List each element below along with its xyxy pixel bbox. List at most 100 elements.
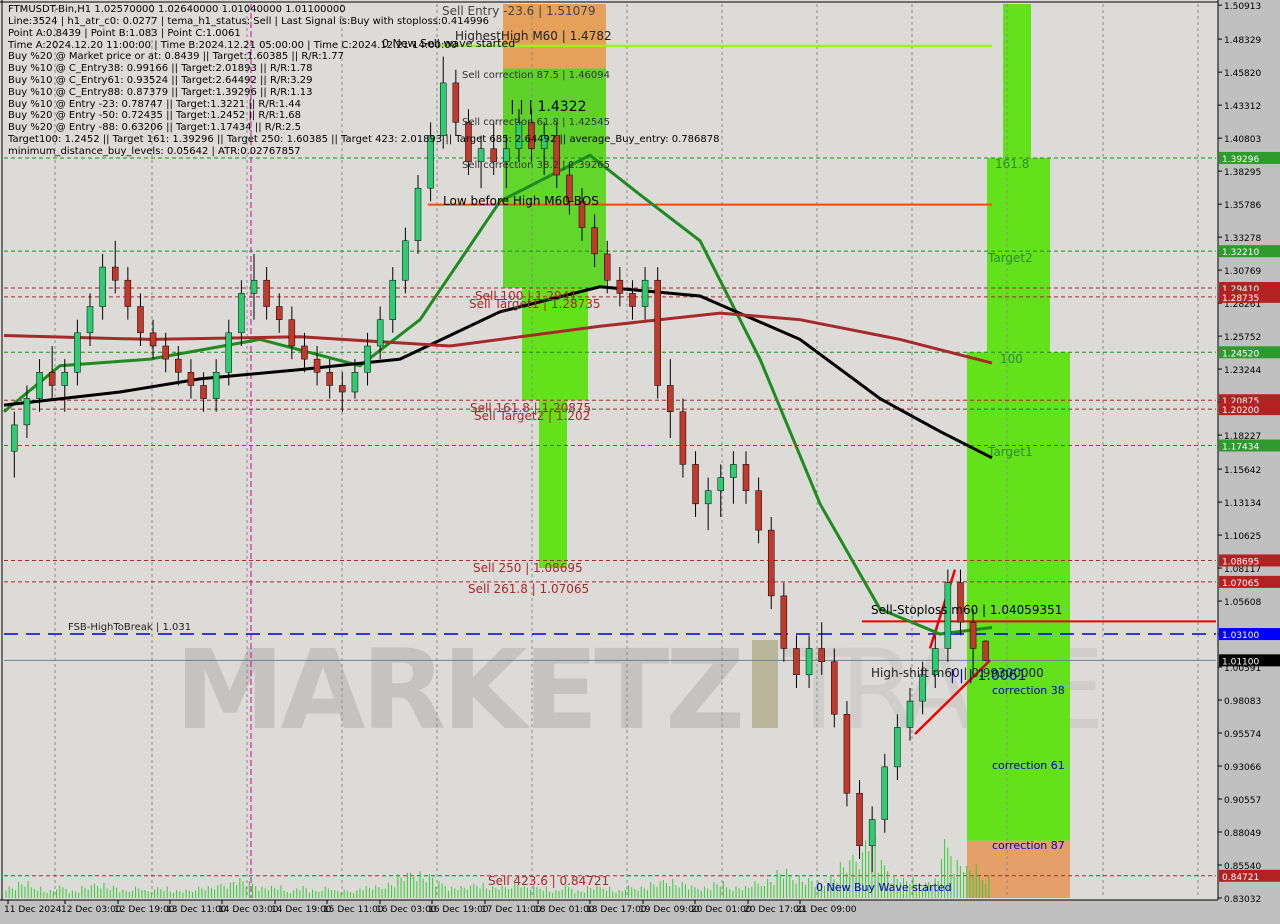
- info-line: Buy %20 @ Entry -88: 0.63206 || Target:1…: [8, 122, 301, 134]
- candle-body: [414, 187, 422, 242]
- y-tick-label: 1.05608: [1224, 598, 1261, 608]
- sell-correction-label: Sell correction 61.8 | 1.42545: [462, 117, 610, 128]
- buy-level-label: Target2: [987, 251, 1033, 265]
- price-badge-label: 1.01100: [1222, 657, 1259, 667]
- candle-body: [767, 529, 775, 597]
- point-c-label: | | | 1.0061: [950, 668, 1027, 684]
- y-tick-label: 1.38295: [1224, 168, 1261, 178]
- info-line: Line:3524 | h1_atr_c0: 0.0277 | tema_h1_…: [8, 16, 490, 27]
- buy-level-label: correction 87: [992, 839, 1065, 852]
- y-tick-label: 1.13134: [1224, 499, 1261, 509]
- y-tick-label: 1.45820: [1224, 69, 1261, 79]
- y-tick-label: 1.30769: [1224, 267, 1261, 277]
- candle-body: [200, 385, 207, 399]
- candle-body: [111, 266, 119, 281]
- y-tick-label: 0.98083: [1224, 697, 1261, 707]
- price-badge-label: 1.03100: [1222, 631, 1259, 641]
- buy-level-label: correction 38: [992, 684, 1065, 697]
- candle-body: [629, 293, 636, 307]
- candle-body: [843, 714, 851, 794]
- candle-body: [212, 372, 220, 399]
- candle-body: [780, 595, 788, 649]
- price-badge-label: 1.08695: [1222, 557, 1259, 567]
- candle-body: [591, 227, 598, 255]
- candle-body: [679, 411, 687, 465]
- candle-body: [339, 385, 346, 393]
- candle-body: [351, 372, 359, 393]
- price-badge-label: 1.07065: [1222, 579, 1259, 589]
- candle-body: [275, 306, 283, 320]
- info-line: minimum_distance_buy_levels: 0.05642 | A…: [8, 145, 301, 157]
- candle-body: [187, 372, 195, 386]
- candle-body: [389, 279, 397, 320]
- candle-body: [641, 279, 649, 307]
- watermark-text: MARKETZ: [175, 626, 745, 754]
- y-tick-label: 1.43312: [1224, 102, 1261, 112]
- symbol-header: FTMUSDT-Bin,H1 1.02570000 1.02640000 1.0…: [8, 4, 346, 15]
- sell-level-label: Sell 261.8 | 1.07065: [468, 582, 589, 596]
- candle-body: [603, 253, 611, 281]
- candle-body: [717, 477, 725, 491]
- y-tick-label: 0.83032: [1224, 895, 1261, 905]
- y-tick-label: 1.35786: [1224, 201, 1261, 211]
- info-line: Buy %10 @ C_Entry61: 0.93524 || Target:2…: [8, 75, 313, 86]
- buy-level-label: correction 61: [992, 759, 1065, 772]
- sell-correction-label: Sell correction 38.2 | 1.39265: [462, 160, 610, 171]
- candle-body: [616, 279, 624, 294]
- sell-level-label: Sell Target1 | 1.28735: [469, 297, 601, 311]
- info-line: Buy %20 @ Market price or at: 0.8439 || …: [8, 51, 344, 63]
- sell-level-label: Sell Target2 | 1.202: [474, 409, 590, 423]
- sell-level-label: Sell 250 | 1.08695: [473, 561, 583, 575]
- price-badge-label: 1.17434: [1222, 443, 1259, 453]
- candle-body: [301, 345, 308, 360]
- candle-body: [452, 82, 460, 123]
- candle-body: [667, 385, 674, 413]
- price-badge-label: 1.24520: [1222, 349, 1259, 359]
- price-badge-label: 1.28735: [1222, 294, 1259, 304]
- candle-body: [793, 648, 800, 676]
- candle-body: [86, 306, 94, 334]
- candle-body: [162, 345, 169, 360]
- y-tick-label: 0.90557: [1224, 796, 1261, 806]
- info-line: Buy %10 @ C_Entry88: 0.87379 || Target:1…: [8, 86, 313, 98]
- y-tick-label: 0.93066: [1224, 763, 1261, 773]
- candle-body: [969, 621, 977, 649]
- candle-body: [755, 490, 762, 531]
- candle-body: [288, 319, 296, 347]
- y-tick-label: 0.95574: [1224, 730, 1261, 740]
- buy-level-label: 100: [1000, 352, 1023, 366]
- info-line: Time A:2024.12.20 11:00:00 | Time B:2024…: [8, 39, 458, 51]
- candle-body: [730, 464, 737, 478]
- x-tick-label: 18 Dec 17:00: [586, 905, 647, 915]
- info-line: Buy %20 @ Entry -50: 0.72435 || Target:1…: [8, 110, 301, 122]
- candle-body: [805, 648, 813, 676]
- price-badge-label: 1.32210: [1222, 248, 1259, 258]
- sell-level-label: Sell 423.6 | 0.84721: [488, 874, 609, 888]
- candle-body: [894, 727, 901, 768]
- stoploss-label: Sell-Stoploss m60 | 1.04059351: [871, 603, 1062, 617]
- x-tick-label: 15 Dec 11:00: [323, 905, 384, 915]
- candle-body: [149, 332, 157, 347]
- y-tick-label: 1.40803: [1224, 135, 1261, 145]
- y-tick-label: 0.88049: [1224, 829, 1261, 839]
- candle-body: [250, 279, 258, 294]
- info-line: Buy %10 @ Entry -23: 0.78747 || Target:1…: [8, 98, 301, 110]
- fsb-high-label: FSB-HighToBreak | 1.031: [68, 622, 191, 633]
- x-tick-label: 17 Dec 11:00: [481, 905, 542, 915]
- x-tick-label: 11 Dec 2024: [4, 905, 62, 915]
- candle-body: [402, 240, 409, 281]
- candle-body: [906, 700, 914, 728]
- y-tick-label: 1.50913: [1224, 2, 1261, 12]
- candle-body: [48, 372, 56, 386]
- y-tick-label: 1.10625: [1224, 532, 1261, 542]
- candle-body: [61, 372, 69, 386]
- candle-body: [23, 398, 31, 426]
- candle-body: [868, 819, 876, 847]
- candle-body: [376, 319, 384, 347]
- info-line: Point A:0.8439 | Point B:1.083 | Point C…: [8, 27, 241, 39]
- candle-body: [124, 279, 132, 307]
- candle-body: [982, 640, 989, 661]
- y-tick-label: 1.15642: [1224, 466, 1261, 476]
- candle-body: [175, 358, 182, 373]
- candle-body: [818, 648, 825, 662]
